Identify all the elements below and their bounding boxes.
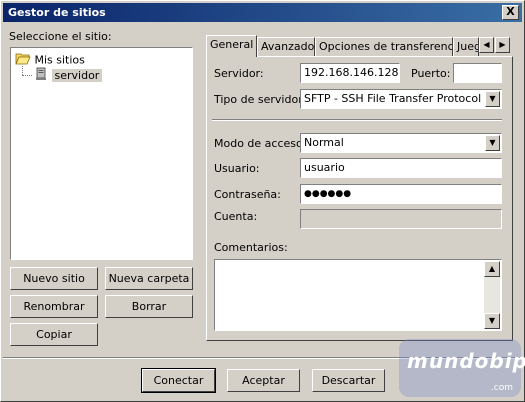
account-input[interactable] (300, 209, 502, 229)
new-site-button[interactable]: Nuevo sitio (10, 267, 98, 290)
tree-line (22, 75, 32, 76)
password-input[interactable]: ●●●●●● (300, 184, 502, 204)
accept-label: Aceptar (242, 374, 285, 387)
chevron-down-icon[interactable]: ▼ (485, 135, 500, 151)
server-input[interactable]: 192.168.146.128 (300, 63, 400, 83)
new-site-label: Nuevo sitio (23, 272, 85, 285)
connect-button[interactable]: Conectar (141, 368, 216, 393)
discard-label: Descartar (321, 374, 376, 387)
port-input[interactable] (453, 63, 502, 83)
tab-avanzado[interactable]: Avanzado (257, 37, 315, 56)
rename-button[interactable]: Renombrar (10, 295, 98, 318)
tree-item-mis-sitios[interactable]: Mis sitios (15, 52, 85, 68)
tab-juego[interactable]: Juego (453, 37, 479, 56)
title-bar[interactable]: Gestor de sitios X (3, 3, 522, 22)
scroll-up-icon[interactable]: ▲ (484, 261, 500, 277)
site-manager-window: Gestor de sitios X Seleccione el sitio: … (0, 0, 525, 402)
site-tree[interactable]: Mis sitios servidor (10, 47, 193, 260)
close-button[interactable]: X (502, 5, 519, 20)
user-label: Usuario: (214, 162, 260, 175)
watermark-logo: mundobip .com (399, 339, 525, 397)
tree-item-servidor[interactable]: servidor (34, 67, 103, 84)
folder-open-icon (15, 52, 31, 68)
access-mode-label: Modo de acceso: (214, 137, 307, 150)
server-type-value: SFTP - SSH File Transfer Protocol (304, 92, 482, 105)
server-label: Servidor: (214, 67, 264, 80)
tree-line (22, 66, 23, 75)
scroll-down-icon[interactable]: ▼ (484, 313, 500, 329)
watermark-text: mundobip (407, 349, 525, 373)
access-mode-value: Normal (304, 136, 344, 149)
chevron-down-icon[interactable]: ▼ (485, 91, 500, 107)
tab-scroll-left-icon[interactable]: ◀ (479, 37, 494, 53)
connect-label: Conectar (153, 374, 204, 387)
access-mode-select[interactable]: Normal ▼ (300, 133, 502, 153)
new-folder-label: Nueva carpeta (108, 272, 190, 285)
window-title: Gestor de sitios (8, 6, 106, 19)
tab-scroll-right-icon[interactable]: ▶ (495, 37, 510, 53)
tree-root-label: Mis sitios (34, 53, 85, 67)
tab-general[interactable]: General (206, 35, 257, 57)
tab-opciones-transferencia[interactable]: Opciones de transferencia (315, 37, 453, 56)
discard-button[interactable]: Descartar (312, 369, 385, 392)
delete-button[interactable]: Borrar (105, 295, 193, 318)
account-label: Cuenta: (214, 210, 258, 223)
tree-child-label: servidor (51, 69, 103, 82)
watermark-sub: .com (490, 383, 513, 393)
copy-button[interactable]: Copiar (10, 323, 98, 346)
comments-textarea[interactable]: ▲ ▼ (214, 259, 502, 331)
rename-label: Renombrar (23, 300, 85, 313)
comments-label: Comentarios: (214, 241, 288, 254)
comments-scrollbar[interactable]: ▲ ▼ (484, 261, 500, 329)
copy-label: Copiar (36, 328, 72, 341)
server-type-select[interactable]: SFTP - SSH File Transfer Protocol ▼ (300, 89, 502, 109)
select-site-label: Seleccione el sitio: (9, 30, 112, 43)
divider (212, 119, 502, 121)
delete-label: Borrar (131, 300, 167, 313)
port-label: Puerto: (411, 67, 451, 80)
accept-button[interactable]: Aceptar (227, 369, 300, 392)
new-folder-button[interactable]: Nueva carpeta (105, 267, 193, 290)
server-type-label: Tipo de servidor: (214, 93, 307, 106)
password-label: Contraseña: (214, 188, 281, 201)
server-icon (34, 67, 48, 84)
user-input[interactable]: usuario (300, 158, 502, 178)
